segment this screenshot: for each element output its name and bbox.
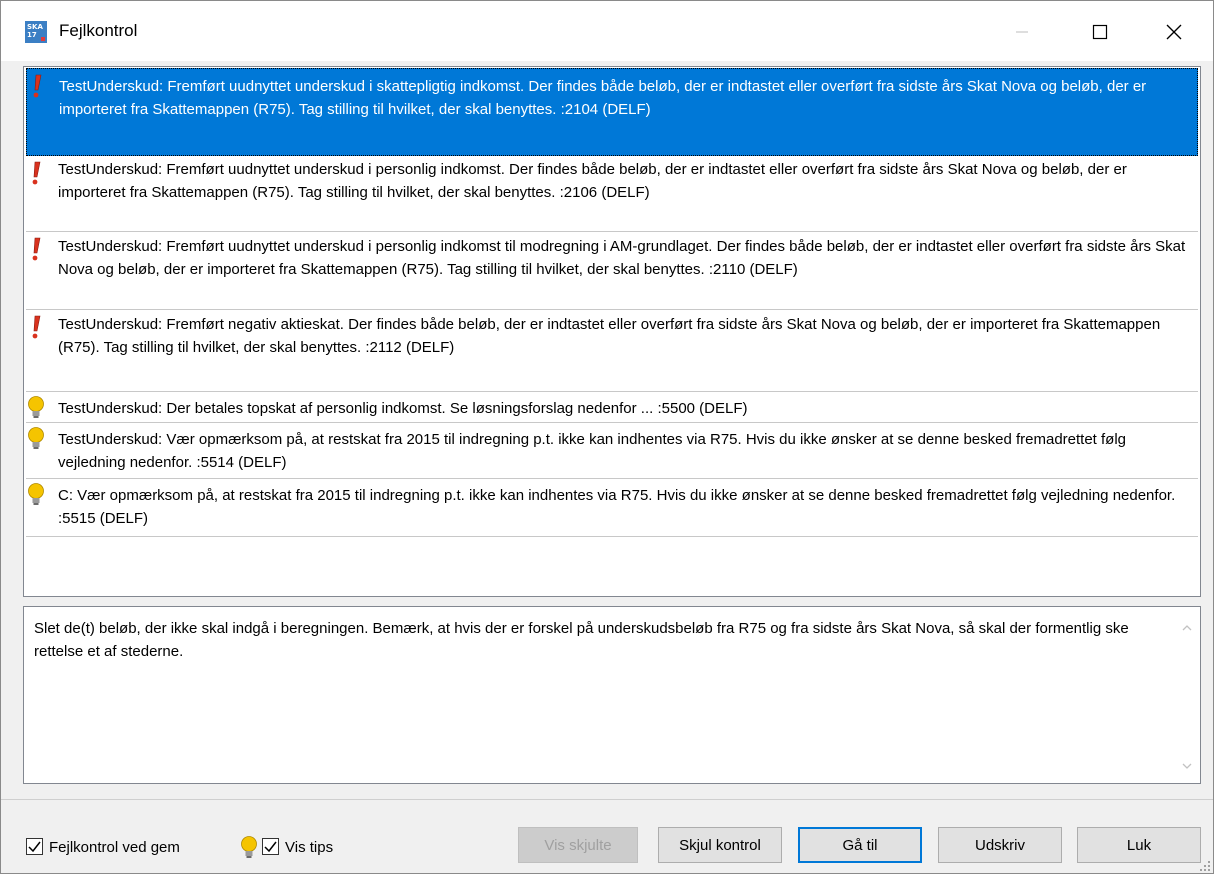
- lightbulb-icon: [26, 426, 46, 450]
- lightbulb-icon: [26, 482, 46, 506]
- message-text: TestUnderskud: Fremført negativ aktieska…: [58, 316, 1161, 356]
- maximize-icon[interactable]: [1077, 15, 1123, 49]
- message-text: TestUnderskud: Fremført uudnyttet unders…: [58, 161, 1127, 201]
- udskriv-button[interactable]: Udskriv: [938, 827, 1062, 863]
- message-list[interactable]: TestUnderskud: Fremført uudnyttet unders…: [23, 66, 1201, 597]
- message-text: TestUnderskud: Fremført uudnyttet unders…: [58, 238, 1186, 278]
- exclamation-icon: [26, 314, 46, 339]
- lightbulb-icon: [26, 395, 46, 419]
- list-item[interactable]: TestUnderskud: Fremført uudnyttet unders…: [26, 232, 1198, 310]
- title-bar[interactable]: SKA 17 Fejlkontrol: [1, 1, 1213, 61]
- fejlkontrol-label[interactable]: Fejlkontrol ved gem: [49, 839, 180, 856]
- fejlkontrol-window: SKA 17 Fejlkontrol TestUnderskud: Fremfø…: [0, 0, 1214, 874]
- list-item[interactable]: TestUnderskud: Fremført uudnyttet unders…: [26, 68, 1198, 156]
- list-item[interactable]: TestUnderskud: Fremført uudnyttet unders…: [26, 156, 1198, 232]
- gaa-til-button[interactable]: Gå til: [798, 827, 922, 863]
- luk-button[interactable]: Luk: [1077, 827, 1201, 863]
- app-icon: SKA 17: [25, 21, 47, 43]
- exclamation-icon: [27, 73, 47, 98]
- vis-skjulte-button[interactable]: Vis skjulte: [518, 827, 638, 863]
- close-icon[interactable]: [1151, 15, 1197, 49]
- resize-grip-icon[interactable]: [1199, 859, 1211, 871]
- description-box[interactable]: Slet de(t) beløb, der ikke skal indgå i …: [23, 606, 1201, 784]
- scroll-up-icon[interactable]: [1180, 621, 1194, 635]
- message-text: TestUnderskud: Fremført uudnyttet unders…: [59, 78, 1147, 118]
- list-item[interactable]: TestUnderskud: Der betales topskat af pe…: [26, 392, 1198, 423]
- fejlkontrol-checkbox[interactable]: [26, 838, 43, 855]
- skjul-kontrol-button[interactable]: Skjul kontrol: [658, 827, 782, 863]
- message-text: TestUnderskud: Der betales topskat af pe…: [58, 400, 748, 417]
- vis-tips-label[interactable]: Vis tips: [285, 839, 333, 856]
- scroll-down-icon[interactable]: [1180, 759, 1194, 773]
- list-item[interactable]: C: Vær opmærksom på, at restskat fra 201…: [26, 479, 1198, 537]
- exclamation-icon: [26, 160, 46, 185]
- list-item[interactable]: TestUnderskud: Fremført negativ aktieska…: [26, 310, 1198, 392]
- minimize-icon[interactable]: [999, 15, 1045, 49]
- window-title: Fejlkontrol: [59, 21, 138, 40]
- description-text: Slet de(t) beløb, der ikke skal indgå i …: [34, 620, 1129, 660]
- vis-tips-checkbox[interactable]: [262, 838, 279, 855]
- exclamation-icon: [26, 236, 46, 261]
- message-text: TestUnderskud: Vær opmærksom på, at rest…: [58, 431, 1127, 471]
- footer-separator: [1, 799, 1213, 800]
- lightbulb-icon: [239, 835, 259, 861]
- message-text: C: Vær opmærksom på, at restskat fra 201…: [58, 487, 1176, 527]
- list-item[interactable]: TestUnderskud: Vær opmærksom på, at rest…: [26, 423, 1198, 479]
